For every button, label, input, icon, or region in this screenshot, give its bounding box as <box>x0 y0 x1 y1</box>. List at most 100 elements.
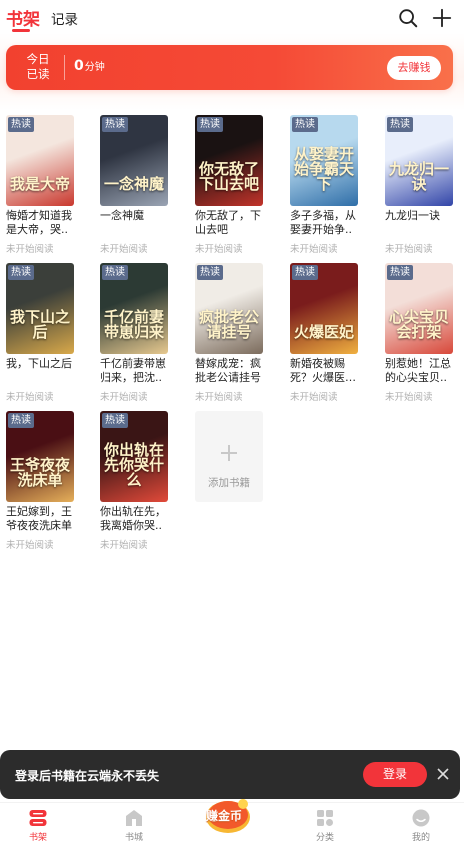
book-cover[interactable]: 你出轨在先你哭什么 热读 <box>100 411 168 502</box>
nav-bookshelf[interactable]: 书架 <box>8 808 68 843</box>
book-item[interactable]: 火爆医妃 热读新婚夜被赐死？火爆医妃.. 未开始阅读 <box>290 263 362 403</box>
book-item[interactable]: 心尖宝贝会打架 热读别惹她！江总的心尖宝贝.. 未开始阅读 <box>385 263 457 403</box>
nav-label-category: 分类 <box>315 833 334 843</box>
book-reading-status: 未开始阅读 <box>100 392 148 403</box>
book-title[interactable]: 王妃嫁到，王爷夜夜洗床单 <box>6 505 78 533</box>
hot-badge: 热读 <box>197 117 223 132</box>
today-read-label: 今日 已读 <box>20 52 56 82</box>
book-cover-title: 心尖宝贝会打架 <box>389 308 450 341</box>
book-item[interactable]: 从娶妻开始争霸天下 热读多子多福，从娶妻开始争.. 未开始阅读 <box>290 115 362 255</box>
nav-label-profile: 我的 <box>411 833 430 843</box>
book-item[interactable]: 我下山之后 热读我，下山之后未开始阅读 <box>6 263 78 403</box>
minutes-value: 0 <box>74 58 84 74</box>
profile-icon <box>412 809 430 827</box>
top-header: 书架 记录 <box>0 0 464 40</box>
book-title[interactable]: 悔婚才知道我是大帝，哭.. <box>6 209 78 237</box>
nav-earn-coins[interactable]: 赚金币 <box>203 797 253 835</box>
book-cover[interactable]: 王爷夜夜洗床单 热读 <box>6 411 74 502</box>
active-tab-indicator <box>12 29 30 32</box>
book-item[interactable]: 千亿前妻带崽归来 热读千亿前妻带崽归来，把沈.. 未开始阅读 <box>100 263 172 403</box>
book-title[interactable]: 你无敌了，下山去吧 <box>195 209 267 237</box>
banner-divider <box>64 55 65 80</box>
book-reading-status: 未开始阅读 <box>195 244 243 255</box>
book-cover-title: 我是大帝 <box>10 175 71 193</box>
book-cover-title: 九龙归一诀 <box>389 160 450 193</box>
book-item[interactable]: 你无敌了下山去吧 热读你无敌了，下山去吧未开始阅读 <box>195 115 267 255</box>
close-icon[interactable] <box>436 767 450 781</box>
book-item[interactable]: 我是大帝 热读 悔婚才知道我是大帝，哭.. 未开始阅读 <box>6 115 78 255</box>
app-root: 书架 记录 今日 已读 0分钟 去赚钱 我是大帝 热读 悔婚才知道我是大帝，哭.. 未… <box>0 0 464 844</box>
book-item[interactable]: 疯批老公请挂号 热读替嫁成宠：疯批老公请挂号未开始阅读 <box>195 263 267 403</box>
earn-money-button[interactable]: 去赚钱 <box>387 56 441 80</box>
book-cover-title: 从娶妻开始争霸天下 <box>294 145 355 193</box>
hot-badge: 热读 <box>102 265 128 280</box>
book-cover-title: 你无敌了下山去吧 <box>199 160 260 193</box>
book-cover-title: 千亿前妻带崽归来 <box>104 308 165 341</box>
book-cover[interactable]: 九龙归一诀 热读 <box>385 115 453 206</box>
hot-badge: 热读 <box>102 117 128 132</box>
tab-bookshelf[interactable]: 书架 <box>6 5 40 30</box>
book-cover[interactable]: 千亿前妻带崽归来 热读 <box>100 263 168 354</box>
book-reading-status: 未开始阅读 <box>100 540 148 551</box>
book-reading-status: 未开始阅读 <box>385 392 433 403</box>
book-cover[interactable]: 心尖宝贝会打架 热读 <box>385 263 453 354</box>
book-cover[interactable]: 一念神魔 热读 <box>100 115 168 206</box>
book-cover[interactable]: 我是大帝 热读 <box>6 115 74 206</box>
hot-badge: 热读 <box>292 265 318 280</box>
today-reading-banner: 今日 已读 0分钟 去赚钱 <box>6 45 453 90</box>
reading-minutes: 0分钟 <box>74 58 105 74</box>
hot-badge: 热读 <box>197 265 223 280</box>
book-title[interactable]: 新婚夜被赐死？火爆医妃.. <box>290 357 362 385</box>
book-cover-title: 疯批老公请挂号 <box>199 308 260 341</box>
login-button[interactable]: 登录 <box>363 762 427 787</box>
book-reading-status: 未开始阅读 <box>195 392 243 403</box>
today-label-line1: 今日 <box>26 52 50 66</box>
book-reading-status: 未开始阅读 <box>385 244 433 255</box>
hot-badge: 热读 <box>387 117 413 132</box>
book-reading-status: 未开始阅读 <box>100 244 148 255</box>
nav-label-bookshelf: 书架 <box>28 833 47 843</box>
bookstore-icon <box>126 810 142 826</box>
nav-profile[interactable]: 我的 <box>391 808 451 843</box>
book-title[interactable]: 别惹她！江总的心尖宝贝.. <box>385 357 457 385</box>
tab-reading-record[interactable]: 记录 <box>51 8 78 28</box>
book-item[interactable]: 一念神魔 热读一念神魔未开始阅读 <box>100 115 172 255</box>
nav-label-earn-coins: 赚金币 <box>206 809 243 823</box>
book-title[interactable]: 我，下山之后 <box>6 357 78 385</box>
book-title[interactable]: 你出轨在先，我离婚你哭.. <box>100 505 172 533</box>
add-book-button[interactable]: 添加书籍 <box>195 411 263 502</box>
hot-badge: 热读 <box>387 265 413 280</box>
book-item[interactable]: 你出轨在先你哭什么 热读你出轨在先，我离婚你哭.. 未开始阅读 <box>100 411 172 551</box>
book-reading-status: 未开始阅读 <box>6 392 54 403</box>
book-cover[interactable]: 疯批老公请挂号 热读 <box>195 263 263 354</box>
book-cover[interactable]: 从娶妻开始争霸天下 热读 <box>290 115 358 206</box>
book-title[interactable]: 替嫁成宠：疯批老公请挂号 <box>195 357 267 385</box>
book-cover-title: 火爆医妃 <box>294 323 355 341</box>
book-item[interactable]: 王爷夜夜洗床单 热读王妃嫁到，王爷夜夜洗床单未开始阅读 <box>6 411 78 551</box>
hot-badge: 热读 <box>8 265 34 280</box>
plus-icon <box>221 445 237 461</box>
book-reading-status: 未开始阅读 <box>290 244 338 255</box>
hot-badge: 热读 <box>292 117 318 132</box>
nav-category[interactable]: 分类 <box>295 808 355 843</box>
hot-badge: 热读 <box>8 117 34 132</box>
nav-label-bookstore: 书城 <box>124 833 143 843</box>
search-icon[interactable] <box>397 7 419 29</box>
book-title[interactable]: 一念神魔 <box>100 209 172 237</box>
book-cover[interactable]: 你无敌了下山去吧 热读 <box>195 115 263 206</box>
book-cover-title: 王爷夜夜洗床单 <box>10 456 71 489</box>
book-title[interactable]: 九龙归一诀 <box>385 209 457 237</box>
book-cover[interactable]: 火爆医妃 热读 <box>290 263 358 354</box>
book-cover[interactable]: 我下山之后 热读 <box>6 263 74 354</box>
book-title[interactable]: 多子多福，从娶妻开始争.. <box>290 209 362 237</box>
nav-bookstore[interactable]: 书城 <box>104 808 164 843</box>
book-item[interactable]: 九龙归一诀 热读九龙归一诀未开始阅读 <box>385 115 457 255</box>
book-reading-status: 未开始阅读 <box>6 540 54 551</box>
login-prompt-bar: 登录后书籍在云端永不丢失 登录 <box>0 750 460 799</box>
book-title[interactable]: 千亿前妻带崽归来，把沈.. <box>100 357 172 385</box>
bookshelf-icon <box>29 810 47 826</box>
book-cover-title: 你出轨在先你哭什么 <box>104 441 165 489</box>
plus-icon[interactable] <box>431 7 453 29</box>
add-book-label: 添加书籍 <box>208 477 250 489</box>
today-label-line2: 已读 <box>26 67 50 81</box>
